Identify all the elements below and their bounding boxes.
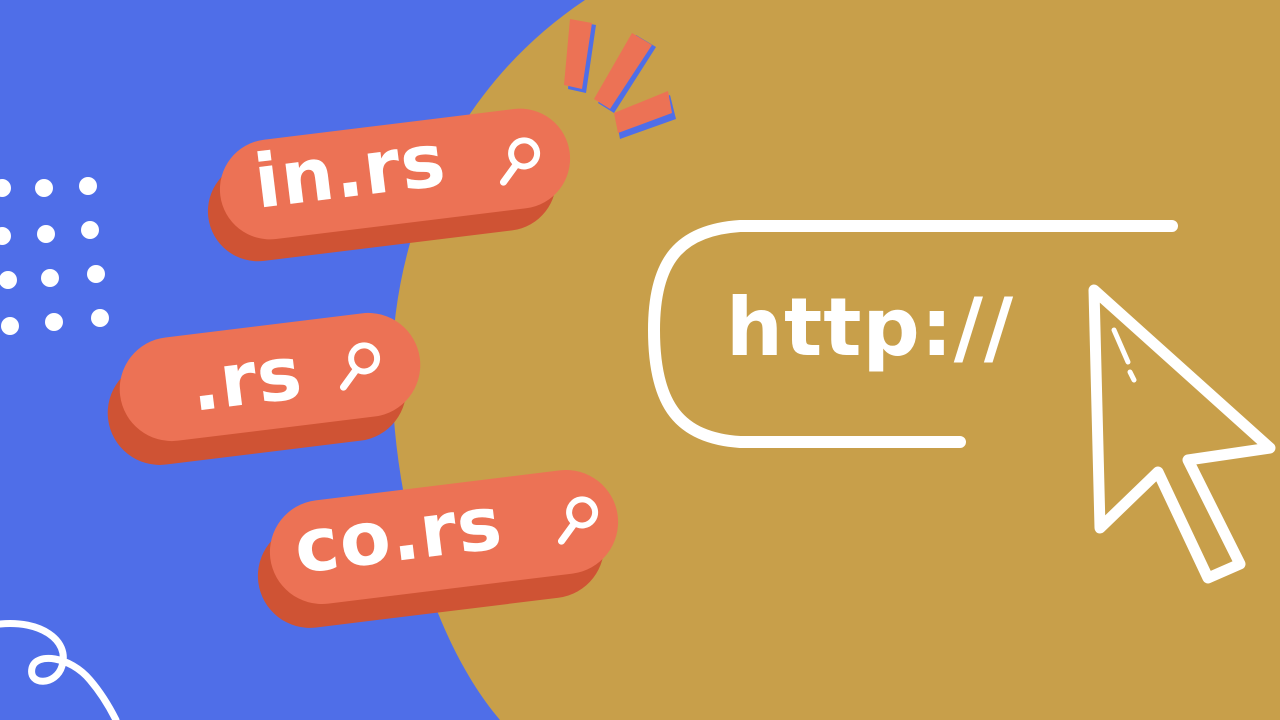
exclamation-marks [564,19,676,139]
domain-label: .rs [185,329,308,429]
cursor-arrow-icon [1088,284,1276,584]
domain-pill-in-rs[interactable]: in.rs [202,102,576,270]
url-text: http:// [726,281,1015,374]
domain-label: in.rs [249,116,451,226]
magnifier-icon [557,496,599,545]
magnifier-icon [339,342,381,391]
magnifier-icon [499,137,541,186]
squiggle-line [0,619,120,720]
dots-pattern [0,177,109,335]
domain-pill-co-rs[interactable]: co.rs [251,455,625,634]
domain-pill-rs[interactable]: .rs [101,305,435,475]
